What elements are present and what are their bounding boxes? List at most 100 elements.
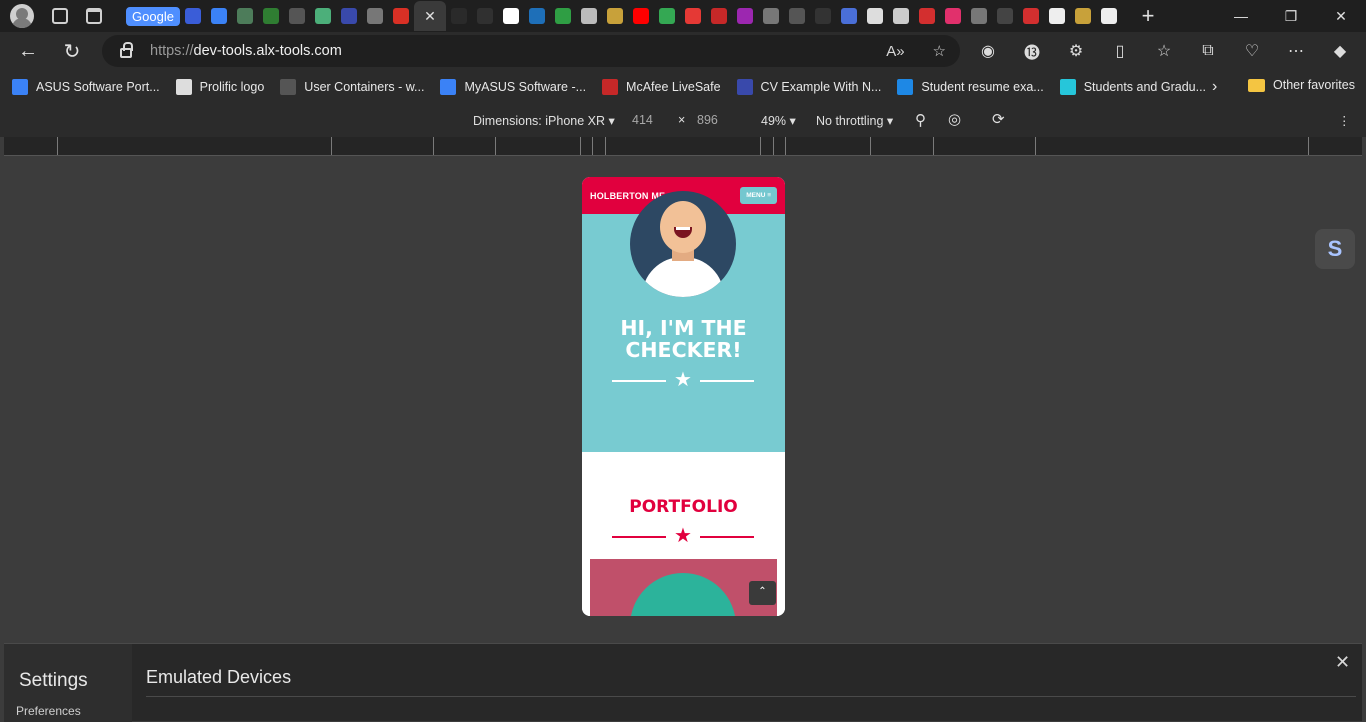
bookmark-label: McAfee LiveSafe	[626, 79, 721, 94]
tab-favicon[interactable]	[732, 1, 758, 31]
tab-favicon[interactable]	[680, 1, 706, 31]
bookmark-item[interactable]: McAfee LiveSafe	[602, 78, 721, 95]
bookmark-item[interactable]: Student resume exa...	[897, 78, 1044, 95]
reload-button[interactable]: ↻	[56, 35, 88, 67]
tab-dev-tools-active[interactable]: ✕	[414, 1, 446, 31]
more-options-icon[interactable]: ⋮	[1338, 113, 1351, 128]
bookmark-item[interactable]: Prolific logo	[175, 78, 264, 95]
url-text[interactable]: https://dev-tools.alx-tools.com	[150, 43, 342, 59]
bookmarks-more-icon[interactable]: ›	[1212, 78, 1217, 96]
side-extension-badge-icon[interactable]: S	[1315, 229, 1355, 269]
dimensions-dropdown[interactable]: Dimensions: iPhone XR ▾	[473, 113, 615, 128]
hero-title-line2: CHECKER!	[625, 338, 742, 362]
bookmark-label: User Containers - w...	[304, 79, 425, 94]
media-query-ruler[interactable]	[4, 137, 1362, 156]
favorite-star-icon[interactable]: ☆	[933, 42, 946, 60]
other-favorites[interactable]: Other favorites	[1248, 78, 1355, 92]
tab-favicon-icon	[185, 8, 201, 24]
extension-icon[interactable]: ⓭	[1016, 35, 1048, 67]
bookmark-item[interactable]: Students and Gradu...	[1059, 78, 1206, 95]
device-toolbar: Dimensions: iPhone XR ▾ 414 × 896 49% ▾ …	[0, 103, 1366, 137]
hero-title: HI, I'M THE CHECKER!	[582, 317, 785, 361]
tab-actions-icon[interactable]	[86, 8, 102, 24]
bookmark-favicon-icon	[897, 78, 914, 95]
restore-button[interactable]: ❐	[1266, 0, 1316, 32]
bookmark-favicon-icon	[12, 78, 28, 95]
tab-favicon[interactable]	[1018, 1, 1044, 31]
scroll-to-top-button[interactable]: ⌃	[749, 581, 776, 605]
extension-icon[interactable]: ☆	[1148, 35, 1180, 67]
tab-favicon[interactable]	[966, 1, 992, 31]
bookmark-item[interactable]: CV Example With N...	[736, 78, 881, 95]
tab-favicon[interactable]	[654, 1, 680, 31]
tab-favicon[interactable]	[232, 1, 258, 31]
tab-favicon[interactable]	[992, 1, 1018, 31]
tab-favicon-icon	[997, 8, 1013, 24]
vision-icon[interactable]: ◎	[948, 110, 961, 128]
close-window-button[interactable]: ✕	[1316, 0, 1366, 32]
extension-icon[interactable]: ⧉	[1192, 35, 1224, 67]
other-favorites-label: Other favorites	[1273, 78, 1355, 92]
extension-icon[interactable]: ◆	[1324, 35, 1356, 67]
tab-favicon[interactable]	[388, 1, 414, 31]
tab-favicon[interactable]	[472, 1, 498, 31]
settings-preferences-item[interactable]: Preferences	[16, 704, 81, 718]
tab-favicon[interactable]	[628, 1, 654, 31]
tab-favicon[interactable]	[446, 1, 472, 31]
workspaces-icon[interactable]	[52, 8, 68, 24]
rotate-icon[interactable]: ⟳	[992, 110, 1005, 128]
tab-favicon[interactable]	[180, 1, 206, 31]
tab-favicon[interactable]	[706, 1, 732, 31]
tab-favicon[interactable]	[810, 1, 836, 31]
tab-google-label: Google	[126, 6, 180, 26]
tab-favicon[interactable]	[310, 1, 336, 31]
tab-favicon[interactable]	[498, 1, 524, 31]
tab-favicon[interactable]	[524, 1, 550, 31]
bookmark-item[interactable]: User Containers - w...	[280, 78, 425, 95]
bookmark-item[interactable]: MyASUS Software -...	[440, 78, 586, 95]
tab-favicon[interactable]	[888, 1, 914, 31]
throttling-dropdown[interactable]: No throttling ▾	[816, 113, 893, 128]
extension-icon[interactable]: ◉	[972, 35, 1004, 67]
extension-icon[interactable]: ⋯	[1280, 35, 1312, 67]
tab-google[interactable]: Google	[126, 1, 180, 31]
address-bar[interactable]: https://dev-tools.alx-tools.com A» ☆	[102, 35, 960, 67]
lock-icon[interactable]	[120, 42, 133, 58]
close-tab-icon[interactable]: ✕	[424, 8, 436, 25]
bookmark-item[interactable]: ASUS Software Port...	[12, 78, 160, 95]
tab-favicon[interactable]	[550, 1, 576, 31]
back-button[interactable]: ←	[12, 35, 44, 67]
close-settings-icon[interactable]: ✕	[1335, 652, 1350, 673]
extension-icon[interactable]: ⚙	[1060, 35, 1092, 67]
minimize-button[interactable]: —	[1216, 0, 1266, 32]
tab-strip: Google ✕ + — ❐ ✕	[0, 0, 1366, 32]
tab-favicon[interactable]	[362, 1, 388, 31]
tab-favicon[interactable]	[784, 1, 810, 31]
tab-favicon[interactable]	[1044, 1, 1070, 31]
extension-icon[interactable]: ♡	[1236, 35, 1268, 67]
tab-favicon[interactable]	[336, 1, 362, 31]
tab-favicon[interactable]	[206, 1, 232, 31]
tab-favicon[interactable]	[1070, 1, 1096, 31]
tab-favicon[interactable]	[940, 1, 966, 31]
tab-favicon[interactable]	[284, 1, 310, 31]
tab-favicon[interactable]	[602, 1, 628, 31]
tab-favicon[interactable]	[1096, 1, 1122, 31]
profile-avatar[interactable]	[10, 4, 34, 28]
extension-icon[interactable]: ▯	[1104, 35, 1136, 67]
emulated-device-frame: HOLBERTON ME MENU ≡ HI, I'M THE CHECKER!…	[582, 177, 785, 616]
new-tab-button[interactable]: +	[1134, 3, 1162, 29]
menu-button[interactable]: MENU ≡	[740, 187, 777, 204]
tab-favicon[interactable]	[758, 1, 784, 31]
width-input[interactable]: 414	[632, 113, 653, 127]
tab-favicon[interactable]	[914, 1, 940, 31]
sensors-icon[interactable]: ⚲	[915, 111, 926, 129]
tab-favicon[interactable]	[836, 1, 862, 31]
read-aloud-icon[interactable]: A»	[886, 43, 904, 60]
tab-favicon[interactable]	[862, 1, 888, 31]
zoom-dropdown[interactable]: 49% ▾	[761, 113, 796, 128]
tab-favicon[interactable]	[576, 1, 602, 31]
tab-favicon-icon	[659, 8, 675, 24]
tab-favicon[interactable]	[258, 1, 284, 31]
height-input[interactable]: 896	[697, 113, 718, 127]
